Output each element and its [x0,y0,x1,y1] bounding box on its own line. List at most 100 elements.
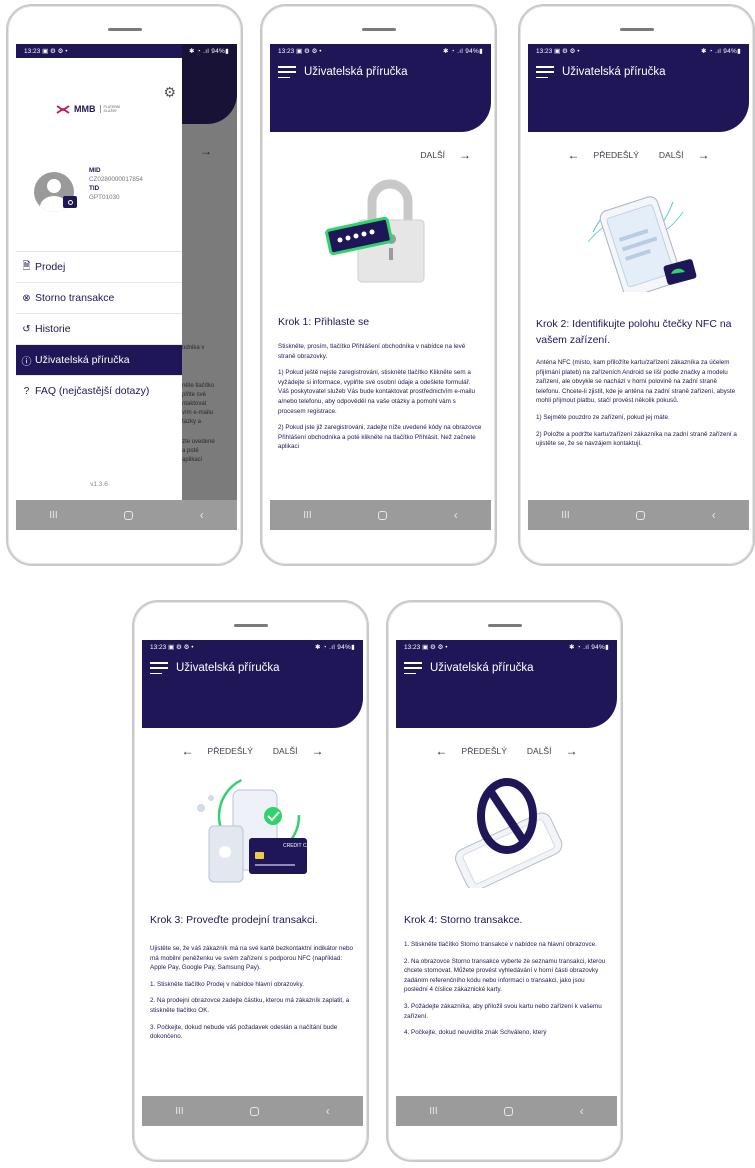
status-bar: 13:23 ▣ ⚙ ⚙ • ✱ ◔ .ıl 94%▮ [270,44,491,58]
mmb-logo: MMB PLATEBNÍ SLUŽBY [56,104,122,114]
next-label: DALŠÍ [272,746,298,756]
system-nav-bar: III ‹ [142,1096,363,1126]
logo-mark-icon [56,104,70,114]
recents-button[interactable]: III [49,510,57,521]
menu-label: Storno transakce [35,292,115,304]
next-button[interactable]: DALŠÍ → [527,744,578,758]
step-paragraph: 2. Na obrazovce Storno transakce vyberte… [404,957,606,994]
logo-subtitle: PLATEBNÍ SLUŽBY [99,105,122,113]
status-time: 13:23 [404,644,421,651]
step-nav: ← PŘEDEŠLÝ DALŠÍ → [528,148,749,162]
mid-label: MID [89,167,101,174]
menu-label: FAQ (nejčastější dotazy) [35,385,150,397]
system-nav-bar: III ‹ [16,500,237,530]
home-button[interactable] [504,1106,514,1116]
step-body: Anténa NFC (místo, kam přiložíte kartu/z… [536,358,741,456]
home-button[interactable] [378,510,388,520]
speaker [107,28,142,31]
recents-button[interactable]: III [429,1106,437,1117]
next-button[interactable]: DALŠÍ → [659,148,710,162]
recents-button[interactable]: III [175,1106,183,1117]
screen: Uživatelská příručka 13:23 ▣ ⚙ ⚙ • ✱ ◔ .… [528,44,749,530]
system-nav-bar: III ‹ [528,500,749,530]
status-indicators: ▣ ⚙ ⚙ • [42,48,68,55]
hamburger-menu-icon[interactable] [536,66,554,78]
step-nav: ← PŘEDEŠLÝ DALŠÍ → [142,744,363,758]
status-right: ✱ ◔ .ıl 94%▮ [188,48,229,55]
hamburger-menu-icon[interactable] [404,662,422,674]
status-bar: 13:23 ▣ ⚙ ⚙ • ✱ ◔ .ıl 94%▮ [396,640,617,654]
prev-button[interactable]: ← PŘEDEŠLÝ [568,148,639,162]
recents-button[interactable]: III [303,510,311,521]
history-icon: ↺ [22,323,31,335]
bg-fragment: odnika v [182,345,205,351]
phone-step3: Uživatelská příručka 13:23 ▣ ⚙ ⚙ • ✱ ◔ .… [132,600,369,1162]
step-title: Krok 2: Identifikujte polohu čtečky NFC … [536,318,732,346]
status-bar: 13:23 ▣ ⚙ ⚙ • ✱ ◔ .ıl 94%▮ [528,44,749,58]
home-button[interactable] [250,1106,260,1116]
menu-item-storno[interactable]: ⊗ Storno transakce [16,282,182,313]
payment-illustration: CREDIT CARD [197,774,317,883]
speaker [361,28,396,31]
home-button[interactable] [636,510,646,520]
step-paragraph: 1) Sejměte pouzdro ze zařízení, pokud je… [536,413,670,421]
prev-button[interactable]: ← PŘEDEŠLÝ [182,744,253,758]
arrow-left-icon: ← [435,744,448,758]
step-title: Krok 4: Storno transakce. [404,914,523,926]
status-indicators: ▣ ⚙ ⚙ • [296,48,322,55]
bg-fragment: plňte své [182,392,207,398]
gear-icon[interactable]: ⚙ [163,84,176,101]
menu-label: Uživatelská příručka [35,354,130,366]
back-button[interactable]: ‹ [200,508,204,522]
next-label: DALŠÍ [420,150,445,160]
hamburger-menu-icon[interactable] [150,662,168,674]
status-time: 13:23 [536,48,553,55]
merchant-ids: MID CZ0280000017854 TID GPT01030 [89,166,143,202]
bg-fragment: vím e-mailu [182,410,214,416]
step-nav: ← PŘEDEŠLÝ DALŠÍ → [396,744,617,758]
step-paragraph: 4. Počkejte, dokud neuvidíte znak Schvál… [404,1029,547,1037]
next-button[interactable]: DALŠÍ → [273,744,324,758]
screen: Uživatelská příručka 13:23 ▣ ⚙ ⚙ • ✱ ◔ .… [270,44,491,530]
nfc-phone-illustration [587,196,697,292]
status-indicators: ▣ ⚙ ⚙ • [554,48,580,55]
back-button[interactable]: ‹ [580,1104,584,1118]
back-button[interactable]: ‹ [326,1104,330,1118]
menu-item-prodej[interactable]: 🗎 Prodej [16,251,182,282]
menu-item-prirucka[interactable]: ⓘ Uživatelská příručka [16,344,182,375]
app-version: v1.3.6 [90,481,108,488]
recents-button[interactable]: III [561,510,569,521]
menu-item-faq[interactable]: ? FAQ (nejčastější dotazy) [16,375,182,406]
prev-button[interactable]: ← PŘEDEŠLÝ [436,744,507,758]
bg-fragment: a poté [182,448,199,454]
step-title: Krok 3: Proveďte prodejní transakci. [150,914,318,926]
navigation-drawer: ⚙ MMB PLATEBNÍ SLUŽBY MID CZ028000001785… [16,44,182,530]
prev-label: PŘEDEŠLÝ [461,746,507,756]
step-paragraph: 1. Stiskněte tlačítko Prodej v nabídce h… [150,980,304,988]
hamburger-menu-icon[interactable] [278,66,296,78]
back-button[interactable]: ‹ [454,508,458,522]
step-body: Ujistěte se, že váš zákazník má na své k… [150,944,355,1049]
step-paragraph: 2) Položte a podržte kartu/zařízení záka… [536,430,737,448]
status-time: 13:23 [150,644,167,651]
page-title: Uživatelská příručka [304,66,408,78]
prev-label: PŘEDEŠLÝ [207,746,253,756]
back-button[interactable]: ‹ [712,508,716,522]
home-button[interactable] [124,510,134,520]
next-button[interactable]: DALŠÍ → [420,148,471,162]
status-time: 13:23 [24,48,41,55]
logo-text: MMB [74,104,96,114]
camera-icon[interactable] [63,196,77,208]
drawer-menu: 🗎 Prodej ⊗ Storno transakce ↺ Historie ⓘ Uži… [16,251,182,406]
arrow-right-icon: → [459,148,471,162]
bg-fragment: něte tlačítko [182,383,215,389]
system-nav-bar: III ‹ [270,500,491,530]
receipt-icon: 🗎 [22,260,31,272]
cancel-transaction-illustration [455,778,563,888]
bg-fragment: zte uvedené [182,439,215,445]
cancel-circle-icon: ⊗ [22,292,31,304]
speaker [233,624,268,627]
page-title: Uživatelská příručka [176,662,280,674]
menu-item-historie[interactable]: ↺ Historie [16,313,182,344]
status-right: ✱ ◔ .ıl 94%▮ [314,644,355,651]
